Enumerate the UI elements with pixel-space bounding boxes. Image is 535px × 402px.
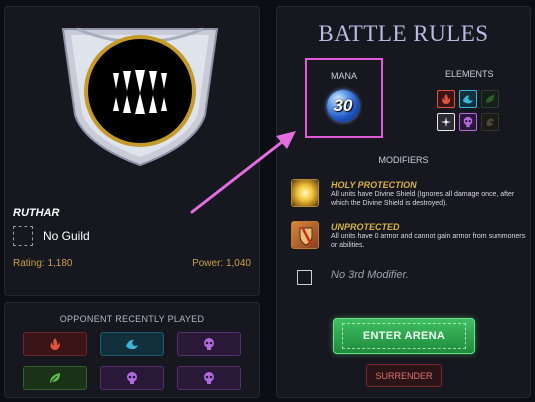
element-fire — [437, 90, 455, 108]
element-death — [459, 113, 477, 131]
surrender-label: SURRENDER — [375, 370, 433, 381]
battle-rules-panel: BATTLE RULES MANA 30 ELEMENTS MODIFIERS … — [276, 6, 531, 398]
mana-value: 30 — [333, 96, 353, 115]
earth-icon — [50, 373, 60, 383]
enter-arena-button[interactable]: ENTER ARENA — [333, 318, 475, 354]
life-icon — [440, 116, 452, 128]
death-icon — [204, 372, 214, 384]
opponent-recent-water[interactable] — [100, 332, 164, 356]
guild-row[interactable]: No Guild — [13, 226, 90, 246]
surrender-button[interactable]: SURRENDER — [366, 364, 442, 387]
fire-icon — [50, 338, 60, 350]
element-earth — [481, 90, 499, 108]
enter-arena-label: ENTER ARENA — [362, 330, 446, 342]
opponent-recent-fire[interactable] — [23, 332, 87, 356]
third-modifier-label: No 3rd Modifier. — [331, 269, 409, 281]
element-dragon — [481, 113, 499, 131]
mana-orb-icon: 30 — [327, 90, 359, 122]
death-icon — [204, 338, 214, 350]
third-modifier-checkbox — [297, 270, 312, 285]
earth-icon — [485, 94, 495, 104]
player-panel: RUTHAR No Guild Rating: 1,180 Power: 1,0… — [4, 6, 260, 296]
elements-label: ELEMENTS — [445, 69, 494, 79]
modifiers-label: MODIFIERS — [378, 155, 429, 165]
modifier-2-title: UNPROTECTED — [331, 222, 400, 232]
element-life — [437, 113, 455, 131]
fire-icon — [442, 93, 451, 105]
death-icon — [127, 372, 137, 384]
rules-title: BATTLE RULES — [318, 21, 489, 46]
opponent-recent-death-1[interactable] — [177, 332, 241, 356]
opponent-panel: OPPONENT RECENTLY PLAYED — [4, 302, 260, 398]
holy-protection-icon — [291, 179, 319, 207]
modifier-2-description: All units have 0 armor and cannot gain a… — [331, 233, 526, 249]
element-water — [459, 90, 477, 108]
opponent-title: OPPONENT RECENTLY PLAYED — [59, 314, 205, 324]
modifier-1-title: HOLY PROTECTION — [331, 180, 417, 190]
guild-placeholder-icon — [13, 226, 33, 246]
opponent-recent-death-2[interactable] — [100, 366, 164, 390]
player-avatar-badge — [55, 15, 225, 175]
dragon-icon — [486, 118, 494, 127]
mana-highlight-box: MANA 30 — [305, 58, 383, 138]
mana-label: MANA — [330, 71, 357, 81]
water-icon — [126, 339, 138, 350]
opponent-recent-earth[interactable] — [23, 366, 87, 390]
guild-label: No Guild — [43, 229, 90, 243]
water-icon — [462, 95, 474, 104]
opponent-recent-death-3[interactable] — [177, 366, 241, 390]
player-rating: Rating: 1,180 — [13, 258, 73, 269]
unprotected-icon — [291, 221, 319, 249]
player-power: Power: 1,040 — [192, 258, 251, 269]
death-icon — [463, 116, 473, 128]
modifier-1-description: All units have Divine Shield (Ignores al… — [331, 191, 515, 207]
player-name: RUTHAR — [13, 207, 60, 219]
